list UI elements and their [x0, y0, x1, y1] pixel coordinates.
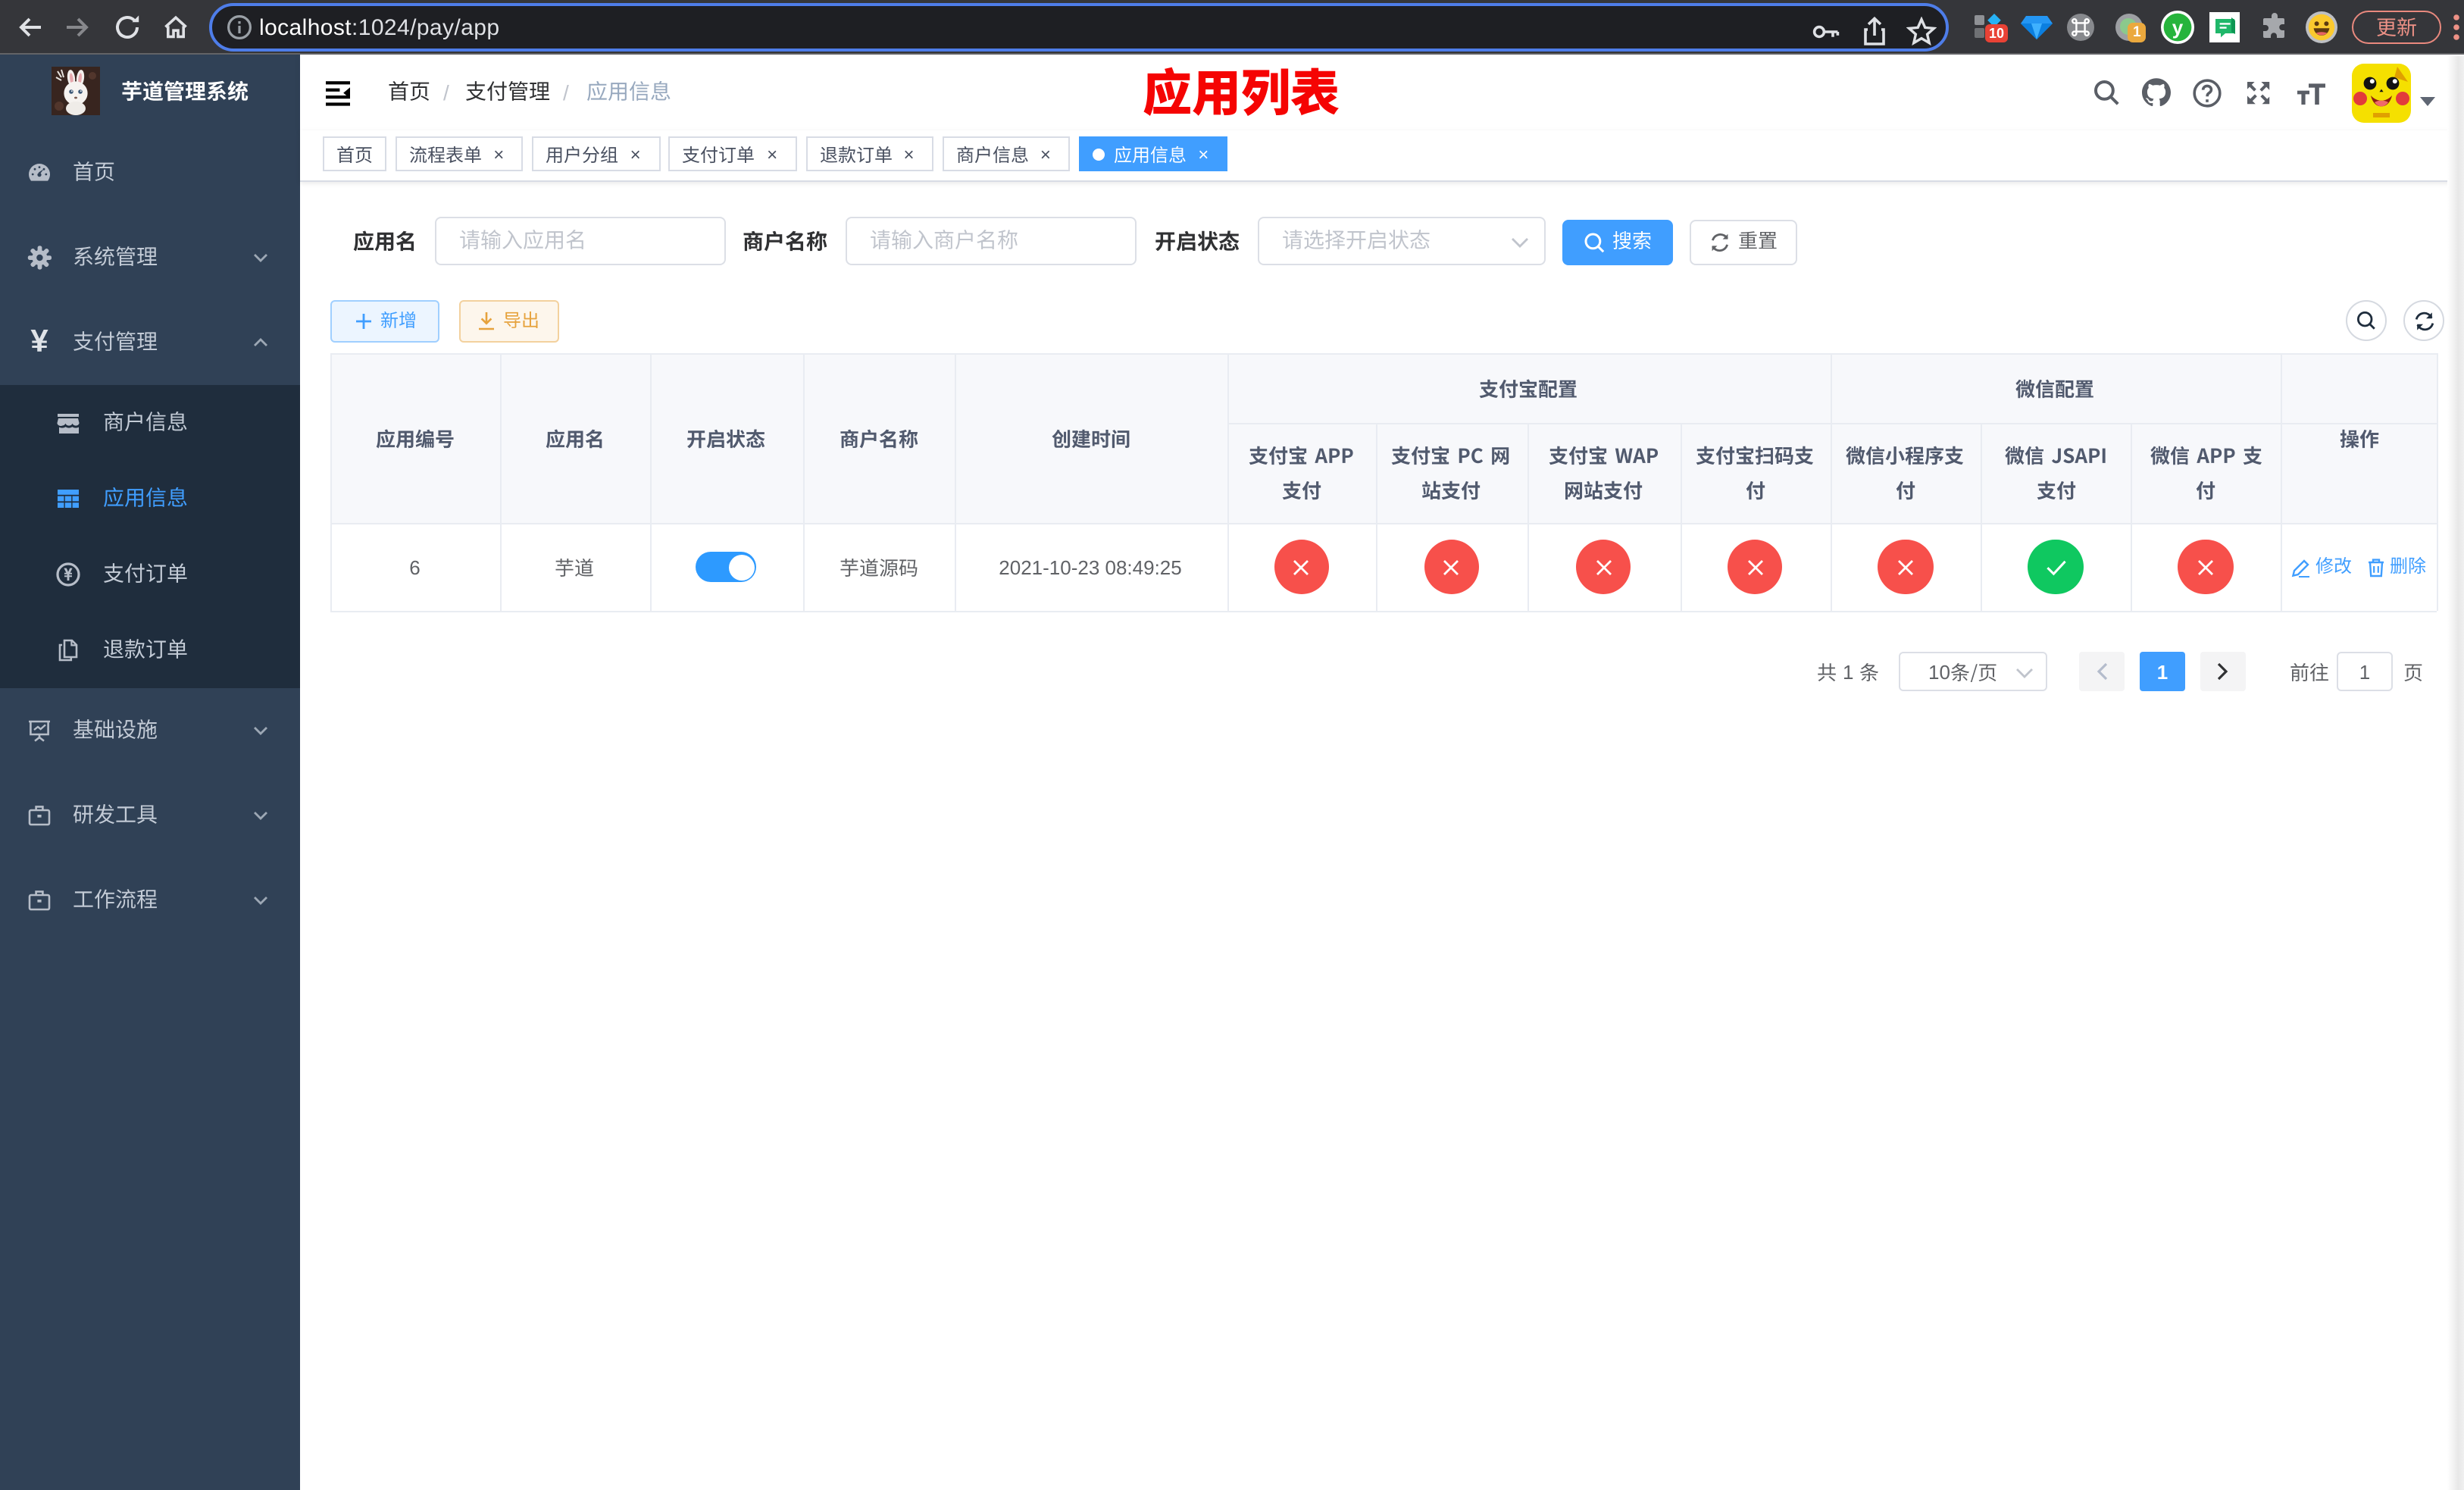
svg-text:y: y	[2172, 16, 2184, 39]
